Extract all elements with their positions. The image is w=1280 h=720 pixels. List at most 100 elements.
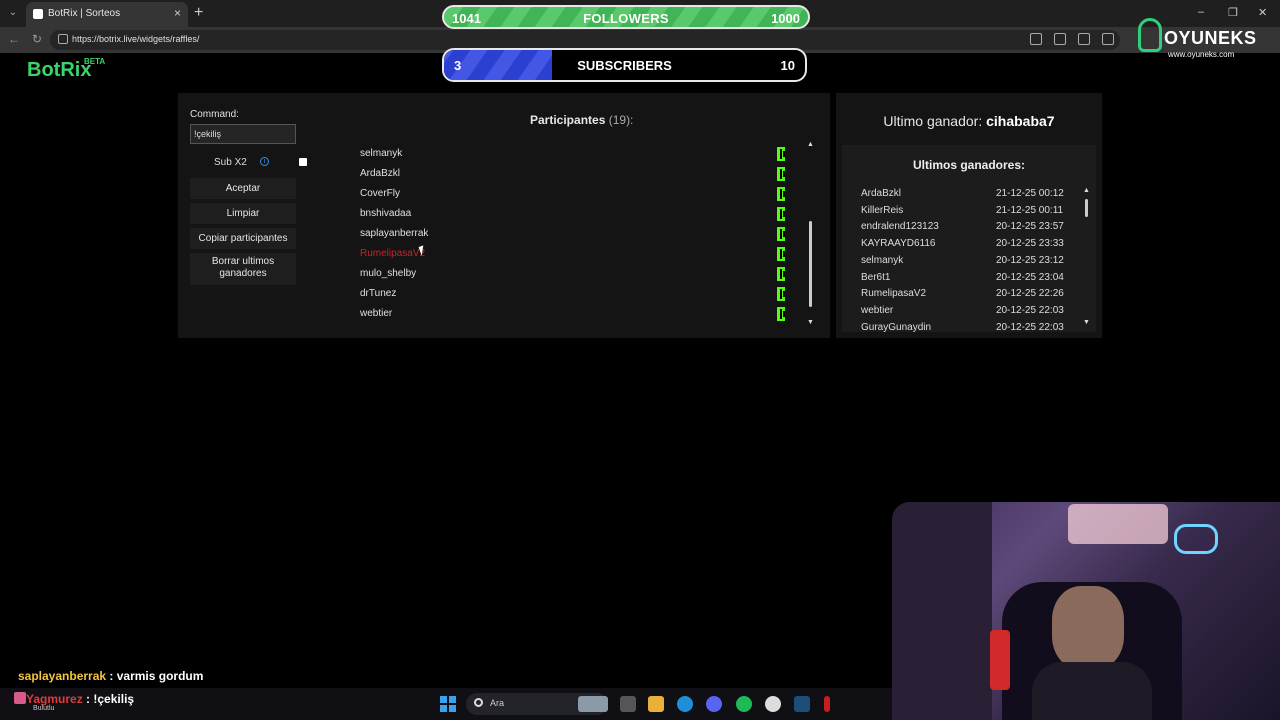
winner-row: KillerReis 21-12-25 00:11: [861, 205, 1071, 221]
winner-name: Ber6t1: [861, 271, 891, 283]
weather-label: Bulutlu: [33, 705, 55, 712]
sub-x2-checkbox[interactable]: [299, 158, 307, 166]
favicon-icon: [33, 9, 43, 19]
brand-name: OYUNEKS: [1164, 28, 1257, 48]
chat-text: : varmis gordum: [109, 669, 204, 683]
participant-name: saplayanberrak: [360, 228, 429, 239]
brand-watermark: OYUNEKS www.oyuneks.com: [1136, 18, 1276, 62]
chat-message: Yagmurez : !çekiliş: [26, 692, 134, 706]
kick-icon: [777, 147, 785, 161]
last-winner-label: Ultimo ganador:: [883, 113, 983, 129]
winner-row: webtier 20-12-25 22:03: [861, 305, 1071, 321]
chat-text: : !çekiliş: [86, 692, 135, 706]
app-icon[interactable]: [824, 696, 830, 712]
discord-icon[interactable]: [706, 696, 722, 712]
participant-row[interactable]: drTunez: [345, 285, 785, 305]
participant-name: mulo_shelby: [360, 268, 417, 279]
close-tab-icon[interactable]: ×: [174, 6, 181, 20]
scroll-down-icon[interactable]: ▼: [1083, 319, 1090, 326]
followers-goal: 1000: [771, 11, 800, 26]
botrix-logo[interactable]: BotRix: [27, 59, 91, 82]
winner-date: 20-12-25 22:26: [996, 288, 1064, 300]
participants-label: Participantes: [530, 113, 606, 127]
command-input[interactable]: [190, 124, 296, 144]
kick-icon: [777, 267, 785, 281]
copy-participants-button[interactable]: Copiar participantes: [190, 228, 296, 249]
participants-title: Participantes (19):: [530, 113, 633, 127]
subscribers-label: SUBSCRIBERS: [577, 58, 672, 73]
winner-date: 20-12-25 23:12: [996, 254, 1064, 266]
winner-name: GurayGunaydin: [861, 321, 932, 332]
participant-name: selmanyk: [360, 148, 403, 159]
participant-row[interactable]: ArdaBzkl: [345, 165, 785, 185]
participant-row[interactable]: RumelipasaV2: [345, 245, 785, 265]
winner-row: KAYRAAYD6116 20-12-25 23:33: [861, 238, 1071, 254]
winner-name: RumelipasaV2: [861, 288, 927, 300]
new-tab-icon[interactable]: +: [194, 4, 203, 22]
back-icon[interactable]: ←: [8, 32, 20, 46]
winner-name: webtier: [861, 304, 894, 316]
minimize-icon[interactable]: –: [1198, 6, 1204, 18]
info-icon[interactable]: i: [260, 157, 269, 166]
winner-date: 20-12-25 23:57: [996, 221, 1064, 233]
winner-name: KillerReis: [861, 204, 904, 216]
winner-date: 21-12-25 00:12: [996, 188, 1064, 199]
start-icon[interactable]: [440, 696, 456, 712]
spotify-icon[interactable]: [736, 696, 752, 712]
participant-row[interactable]: bnshivadaa: [345, 205, 785, 225]
clear-button[interactable]: Limpiar: [190, 203, 296, 224]
followers-goal-bar: 1041 FOLLOWERS 1000: [442, 5, 810, 29]
participants-count: (19):: [608, 113, 634, 127]
winner-row: ArdaBzkl 21-12-25 00:12: [861, 188, 1071, 204]
url-field[interactable]: https://botrix.live/widgets/raffles/: [50, 30, 1120, 50]
task-view-icon[interactable]: [620, 696, 636, 712]
site-info-icon[interactable]: [58, 34, 68, 44]
brand-logo-icon: [1138, 18, 1162, 52]
clear-winners-button[interactable]: Borrar ultimos ganadores: [190, 253, 296, 285]
steam-icon[interactable]: [794, 696, 810, 712]
url-text: https://botrix.live/widgets/raffles/: [72, 34, 200, 44]
winners-title: Ultimos ganadores:: [912, 158, 1026, 172]
collections-icon[interactable]: [1102, 33, 1114, 45]
winner-name: selmanyk: [861, 254, 904, 266]
accept-button[interactable]: Aceptar: [190, 178, 296, 199]
winner-row: GurayGunaydin 20-12-25 22:03: [861, 322, 1071, 332]
participants-scrollbar[interactable]: ▲ ▼: [807, 141, 815, 327]
scroll-down-icon[interactable]: ▼: [807, 319, 814, 326]
kick-icon: [777, 207, 785, 221]
obs-icon[interactable]: [765, 696, 781, 712]
kick-icon: [777, 307, 785, 321]
browser-tab[interactable]: BotRix | Sorteos ×: [26, 2, 188, 27]
tab-list-icon[interactable]: ⌄: [6, 6, 20, 20]
scroll-up-icon[interactable]: ▲: [1083, 187, 1090, 194]
webcam-streamer: [1052, 586, 1124, 670]
winner-date: 20-12-25 22:03: [996, 321, 1064, 332]
participant-row[interactable]: CoverFly: [345, 185, 785, 205]
scroll-up-icon[interactable]: ▲: [807, 141, 814, 148]
bookmark-icon[interactable]: [1030, 33, 1042, 45]
reload-icon[interactable]: ↻: [32, 32, 42, 46]
kick-icon: [777, 187, 785, 201]
scroll-thumb[interactable]: [809, 221, 812, 307]
winner-name: KAYRAAYD6116: [861, 238, 936, 250]
file-explorer-icon[interactable]: [648, 696, 664, 712]
subscribers-goal-bar: 3 SUBSCRIBERS 10: [442, 48, 807, 82]
chat-username: saplayanberrak: [18, 669, 107, 683]
winner-date: 20-12-25 23:04: [996, 271, 1064, 283]
winners-scrollbar[interactable]: ▲ ▼: [1083, 187, 1091, 327]
participant-row[interactable]: saplayanberrak: [345, 225, 785, 245]
participant-row[interactable]: mulo_shelby: [345, 265, 785, 285]
favorites-icon[interactable]: [1078, 33, 1090, 45]
winner-row: Ber6t1 20-12-25 23:04: [861, 272, 1071, 288]
participants-list[interactable]: selmanyk ArdaBzkl CoverFly bnshivadaa saplay…: [345, 137, 785, 334]
webcam-streamer-body: [1032, 662, 1152, 720]
edge-icon[interactable]: [677, 696, 693, 712]
sub-x2-label: Sub X2: [214, 157, 247, 168]
extensions-icon[interactable]: [1054, 33, 1066, 45]
weather-widget-icon[interactable]: [578, 696, 608, 712]
command-label: Command:: [190, 109, 239, 120]
winner-date: 20-12-25 23:33: [996, 238, 1064, 250]
scroll-thumb[interactable]: [1085, 199, 1088, 217]
participant-row[interactable]: webtier: [345, 305, 785, 325]
participant-row[interactable]: selmanyk: [345, 145, 785, 165]
